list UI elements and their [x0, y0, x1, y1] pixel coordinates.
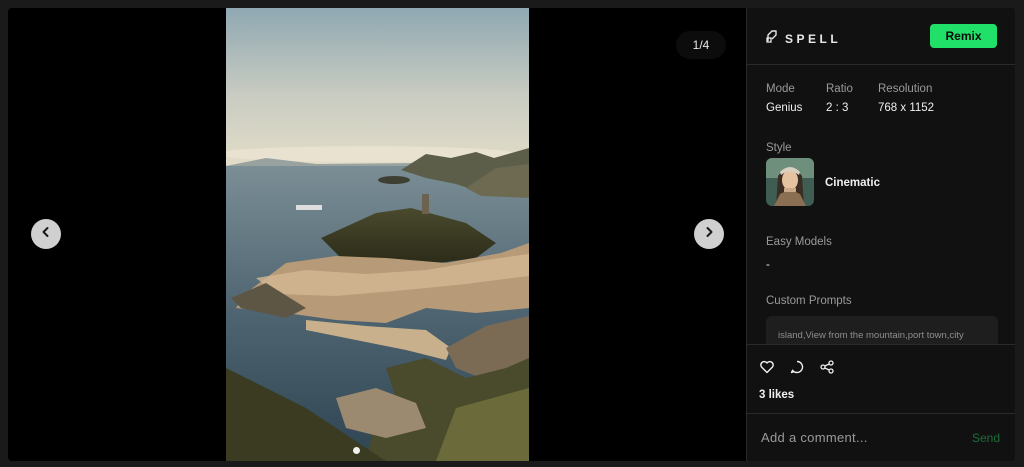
- meta-mode-label: Mode: [766, 83, 795, 95]
- remix-button[interactable]: Remix: [930, 24, 997, 48]
- next-image-button[interactable]: [694, 219, 724, 249]
- custom-prompts-label: Custom Prompts: [766, 295, 852, 307]
- style-label: Style: [766, 142, 792, 154]
- action-icons: [759, 359, 835, 375]
- details-panel: SPELL Remix Mode Genius Ratio 2 : 3 Reso…: [746, 8, 1015, 461]
- brand: SPELL: [765, 29, 841, 48]
- meta-mode-value: Genius: [766, 102, 803, 114]
- generated-image: [226, 8, 529, 461]
- custom-prompts-box: island,View from the mountain,port town,…: [766, 316, 998, 344]
- style-name: Cinematic: [825, 177, 880, 189]
- easy-models-value: -: [766, 259, 770, 271]
- spell-logo-icon: [765, 29, 779, 48]
- image-details: Mode Genius Ratio 2 : 3 Resolution 768 x…: [747, 66, 1015, 344]
- meta-row: Mode Genius Ratio 2 : 3 Resolution 768 x…: [766, 83, 978, 114]
- meta-ratio: Ratio 2 : 3: [826, 83, 878, 114]
- meta-ratio-label: Ratio: [826, 83, 853, 95]
- chevron-left-icon: [40, 225, 52, 243]
- send-button[interactable]: Send: [972, 431, 1000, 445]
- meta-resolution: Resolution 768 x 1152: [878, 83, 978, 114]
- style-thumbnail[interactable]: [766, 158, 814, 206]
- comment-input[interactable]: [761, 426, 941, 448]
- image-counter: 1/4: [676, 31, 726, 59]
- action-bar: 3 likes: [747, 344, 1015, 414]
- brand-name: SPELL: [785, 31, 842, 46]
- chevron-right-icon: [703, 225, 715, 243]
- image-viewer: 1/4: [8, 8, 746, 461]
- previous-image-button[interactable]: [31, 219, 61, 249]
- panel-header: SPELL Remix: [747, 8, 1015, 65]
- custom-prompts-text: island,View from the mountain,port town,…: [778, 330, 964, 341]
- image-modal: 1/4 SPELL Remix Mode Genius Ratio 2: 3 …: [8, 8, 1015, 461]
- comment-icon[interactable]: [789, 359, 805, 375]
- meta-resolution-label: Resolution: [878, 83, 933, 95]
- meta-mode: Mode Genius: [766, 83, 826, 114]
- meta-resolution-value: 768 x 1152: [878, 102, 935, 114]
- likes-count: 3 likes: [759, 389, 795, 401]
- share-icon[interactable]: [819, 359, 835, 375]
- meta-ratio-value: 2 : 3: [826, 102, 849, 114]
- heart-icon[interactable]: [759, 359, 775, 375]
- pagination-dot-active[interactable]: [353, 447, 360, 454]
- comment-bar: Send: [747, 414, 1015, 461]
- easy-models-label: Easy Models: [766, 236, 832, 248]
